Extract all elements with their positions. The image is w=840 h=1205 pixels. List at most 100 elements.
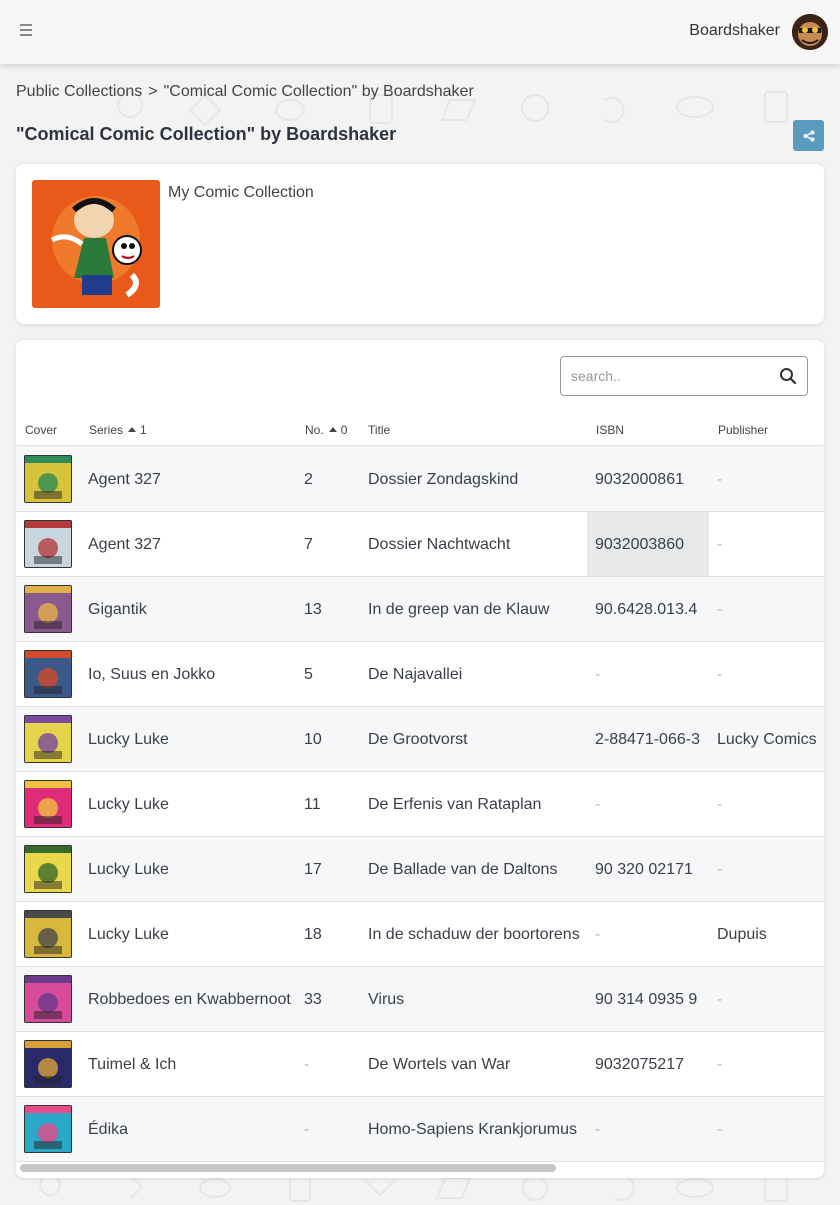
top-navbar: Boardshaker: [0, 0, 840, 64]
table-row[interactable]: Gigantik 13 In de greep van de Klauw 90.642…: [16, 577, 824, 642]
cover-thumbnail[interactable]: [24, 1040, 72, 1088]
collection-description: My Comic Collection: [168, 184, 314, 201]
table-header: Cover Series 1 No. 0 Title ISBN Publisher: [16, 418, 824, 446]
breadcrumb-separator: >: [148, 83, 158, 100]
series-cell: Io, Suus en Jokko: [88, 666, 216, 683]
breadcrumb-root-link[interactable]: Public Collections: [16, 83, 142, 100]
table-row[interactable]: Lucky Luke 11 De Erfenis van Rataplan - -: [16, 772, 824, 837]
publisher-cell: Lucky Comics: [717, 731, 817, 748]
cover-thumbnail[interactable]: [24, 1105, 72, 1153]
collection-info-card: My Comic Collection: [16, 164, 824, 324]
cover-thumbnail[interactable]: [24, 585, 72, 633]
table-row[interactable]: Tuimel & Ich - De Wortels van War 903207521…: [16, 1032, 824, 1097]
table-row[interactable]: Lucky Luke 17 De Ballade van de Daltons 90 …: [16, 837, 824, 902]
title-cell: De Ballade van de Daltons: [368, 861, 558, 878]
share-icon: [803, 130, 814, 141]
series-cell: Lucky Luke: [88, 861, 169, 878]
publisher-cell: -: [717, 601, 723, 618]
collection-cover-image: [32, 180, 160, 308]
cover-thumbnail[interactable]: [24, 650, 72, 698]
table-row[interactable]: Agent 327 2 Dossier Zondagskind 9032000861 -: [16, 447, 824, 512]
isbn-cell: 90 320 02171: [595, 861, 693, 878]
table-row[interactable]: Io, Suus en Jokko 5 De Najavallei - -: [16, 642, 824, 707]
number-cell: -: [304, 1056, 310, 1073]
number-cell: 18: [304, 926, 322, 943]
number-cell: 2: [304, 471, 313, 488]
isbn-cell: -: [595, 926, 601, 943]
title-cell: De Erfenis van Rataplan: [368, 796, 542, 813]
title-cell: De Najavallei: [368, 666, 463, 683]
number-cell: 10: [304, 731, 322, 748]
publisher-cell: -: [717, 1121, 723, 1138]
isbn-cell: -: [595, 796, 601, 813]
title-cell: Homo-Sapiens Krankjorumus: [368, 1121, 577, 1138]
search-box: [560, 356, 808, 396]
share-button[interactable]: [793, 120, 824, 151]
comics-table-card: Cover Series1 No.0 Title ISBN Publisher …: [16, 340, 824, 1178]
column-header-number[interactable]: No. 0: [305, 423, 347, 437]
publisher-cell: -: [717, 536, 723, 553]
cover-thumbnail[interactable]: [24, 715, 72, 763]
sort-asc-icon: [328, 427, 337, 432]
table-row[interactable]: Édika - Homo-Sapiens Krankjorumus - -: [16, 1097, 824, 1162]
isbn-cell: 90 314 0935 9: [595, 991, 698, 1008]
series-cell: Robbedoes en Kwabbernoot: [88, 991, 291, 1008]
isbn-cell: 2-88471-066-3: [595, 731, 700, 748]
column-header-isbn[interactable]: ISBN: [596, 423, 624, 437]
column-header-series-label: Series: [89, 423, 124, 437]
breadcrumb-current: "Comical Comic Collection" by Boardshake…: [163, 83, 474, 100]
cover-thumbnail[interactable]: [24, 520, 72, 568]
cover-thumbnail[interactable]: [24, 845, 72, 893]
title-cell: Virus: [368, 991, 405, 1008]
column-header-number-label: No.: [305, 423, 324, 437]
publisher-cell: -: [717, 1056, 723, 1073]
isbn-cell: -: [595, 1121, 601, 1138]
search-icon[interactable]: [779, 367, 797, 385]
cover-thumbnail[interactable]: [24, 910, 72, 958]
number-cell: 17: [304, 861, 322, 878]
title-cell: In de greep van de Klauw: [368, 601, 550, 618]
number-cell: 33: [304, 991, 322, 1008]
column-header-series-sort-rank: 1: [140, 423, 147, 437]
title-cell: Dossier Zondagskind: [368, 471, 519, 488]
title-cell: In de schaduw der boortorens: [368, 926, 580, 943]
column-header-title[interactable]: Title: [368, 423, 390, 437]
table-row[interactable]: Agent 327 7 Dossier Nachtwacht 9032003860 -: [16, 512, 824, 577]
series-cell: Lucky Luke: [88, 731, 169, 748]
user-name[interactable]: Boardshaker: [689, 22, 780, 40]
sort-asc-icon: [128, 427, 137, 432]
isbn-cell: 9032075217: [595, 1056, 684, 1073]
column-header-series[interactable]: Series 1: [89, 423, 147, 437]
number-cell: 11: [304, 796, 321, 813]
table-row[interactable]: Lucky Luke 18 In de schaduw der boortorens…: [16, 902, 824, 967]
table-row[interactable]: Robbedoes en Kwabbernoot 33 Virus 90 314 09…: [16, 967, 824, 1032]
series-cell: Gigantik: [88, 601, 147, 618]
series-cell: Lucky Luke: [88, 796, 169, 813]
column-header-publisher[interactable]: Publisher: [718, 423, 768, 437]
cover-thumbnail[interactable]: [24, 975, 72, 1023]
column-header-cover[interactable]: Cover: [25, 423, 57, 437]
publisher-cell: -: [717, 471, 723, 488]
series-cell: Agent 327: [88, 536, 161, 553]
search-input[interactable]: [571, 357, 771, 395]
breadcrumb: Public Collections > "Comical Comic Collec…: [16, 83, 474, 101]
title-cell: De Wortels van War: [368, 1056, 511, 1073]
isbn-cell: 9032000861: [595, 471, 684, 488]
publisher-cell: Dupuis: [717, 926, 767, 943]
number-cell: 5: [304, 666, 313, 683]
series-cell: Édika: [88, 1121, 129, 1138]
series-cell: Lucky Luke: [88, 926, 169, 943]
isbn-cell: 9032003860: [595, 536, 684, 553]
publisher-cell: -: [717, 861, 723, 878]
publisher-cell: -: [717, 666, 723, 683]
cover-thumbnail[interactable]: [24, 455, 72, 503]
table-row[interactable]: Lucky Luke 10 De Grootvorst 2-88471-066-3 Lu…: [16, 707, 824, 772]
horizontal-scrollbar[interactable]: [20, 1164, 556, 1172]
avatar[interactable]: [792, 14, 828, 50]
title-cell: Dossier Nachtwacht: [368, 536, 511, 553]
menu-icon[interactable]: [20, 24, 34, 38]
cover-thumbnail[interactable]: [24, 780, 72, 828]
isbn-cell: -: [595, 666, 601, 683]
publisher-cell: -: [717, 991, 723, 1008]
series-cell: Agent 327: [88, 471, 161, 488]
